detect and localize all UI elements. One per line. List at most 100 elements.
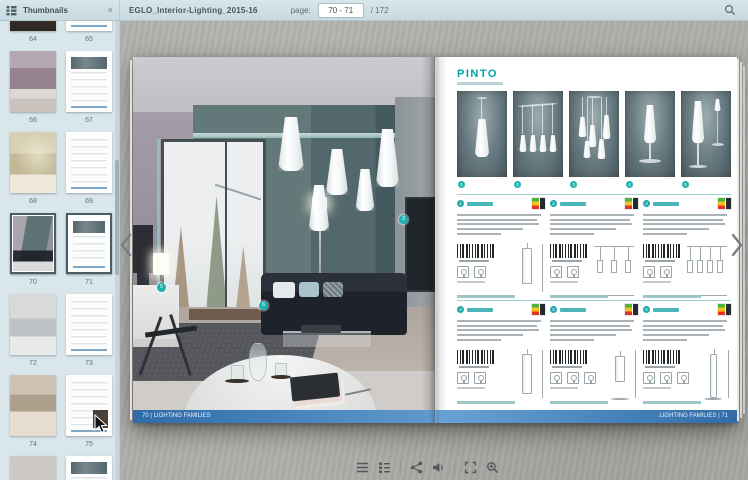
lamp-shape [578,117,587,137]
thumbnail-cell: 68 [10,132,56,207]
product-spec-block: 2 [550,200,638,298]
zoom-in-icon[interactable] [486,461,499,474]
barcode [550,244,588,258]
thumbnail-cell: 73 [66,294,112,369]
barcode [643,244,681,258]
thumbnail-page-69[interactable] [66,132,112,193]
dim-line [728,350,729,398]
thumb-image-strip [71,462,107,474]
product-photo-floor-lamp[interactable] [681,91,731,177]
spec-text-lines [550,317,638,341]
energy-label-icon [625,304,638,315]
photo-beam [193,133,408,138]
bulb-icon [567,266,579,278]
family-title: PINTO [457,68,498,80]
photo-pillow [299,282,319,297]
barcode [457,350,495,364]
thumbnail-page-70-selected[interactable] [10,213,56,274]
product-photo-pendant[interactable] [457,91,507,177]
barcode-number [645,260,675,262]
txt [550,233,594,235]
order-code-text [457,401,515,404]
bulb-icons [643,372,689,384]
bulb-icon [567,372,579,384]
lamp-shape [552,103,553,134]
thumbnail-page-66[interactable] [10,51,56,112]
book-spread: 5 6 3 70 | LIGHTING FAMILIES PINTO [133,57,737,423]
product-hotspot[interactable]: 3 [399,215,408,224]
photo-decor [137,271,149,285]
page-input[interactable] [318,3,364,18]
product-code-text [653,308,679,312]
thumbnail-page-67[interactable] [66,51,112,112]
thumbnail-view-icon[interactable] [378,461,391,474]
thumbnail-page-77[interactable] [66,456,112,480]
thumbnail-page-74[interactable] [10,375,56,436]
thumbnail-page-72[interactable] [10,294,56,355]
product-hotspot[interactable]: 5 [157,283,166,292]
energy-label-icon [532,304,545,315]
right-page-catalog[interactable]: PINTO [435,57,737,423]
sidebar-scrollbar-thumb[interactable] [115,160,119,275]
thumb-image-block [93,410,108,428]
sidebar-scrollbar-track[interactable] [115,20,119,480]
lamp-outline [522,248,532,284]
audio-icon[interactable] [432,461,445,474]
thumbnail-label: 66 [29,114,37,126]
thumbnail-page-76[interactable] [10,456,56,480]
product-hotspot[interactable]: 6 [259,301,268,310]
thumbnail-page-68[interactable] [10,132,56,193]
barcode [550,350,588,364]
thumbnail-cell: 75 [66,375,112,450]
next-page-chevron-icon[interactable] [729,232,745,258]
thumbnail-page-75[interactable] [66,375,112,436]
photo-pillow [273,282,295,298]
lamp-outline [717,260,723,273]
lamp-outline [522,354,532,394]
txt [457,325,537,327]
left-page-footer: 70 | LIGHTING FAMILIES [133,410,435,423]
bulb-icon [643,372,655,384]
thumbnail-page-73[interactable] [66,294,112,355]
photo-number-dot: 2 [514,181,521,188]
lamp-outline [611,260,617,273]
previous-page-chevron-icon[interactable] [118,232,134,258]
lamp-shape [532,105,533,134]
bulb-icon [643,266,655,278]
lamp-outline [625,260,631,273]
left-page-photo[interactable]: 5 6 3 70 | LIGHTING FAMILIES [133,57,435,423]
lamp-shape [549,135,557,152]
lamp-shape [712,143,724,146]
txt [457,228,523,230]
barcode-number [459,366,489,368]
fullscreen-icon[interactable] [464,461,477,474]
top-toolbar: Thumbnails × EGLO_Interior-Lighting_2015… [0,0,748,21]
page-total: / 172 [371,6,389,15]
thumbnail-page-65[interactable] [66,20,112,31]
thumbnails-sidebar: 64 65 66 67 68 69 [0,20,120,480]
photo-number-dot: 5 [682,181,689,188]
bulb-icon [550,372,562,384]
lamp-shape [539,135,547,152]
photo-coaster [225,379,249,383]
thumbnail-row: 68 69 [0,132,116,207]
txt [550,320,634,322]
thumbnail-row: 76 77 [0,456,116,480]
product-photo-linear-pendant[interactable] [513,91,563,177]
document-title: EGLO_Interior-Lighting_2015-16 [129,6,258,15]
bulb-icon [677,372,689,384]
thumbnail-page-71-selected[interactable] [66,213,112,274]
lamp-outline [707,260,713,273]
thumbnail-cell: 71 [66,213,112,288]
barcode-number [552,366,582,368]
txt [643,320,727,322]
bulb-icons [550,266,579,278]
lamp-shape [601,97,602,139]
close-thumbnails-icon[interactable]: × [108,6,113,15]
product-photo-cluster-pendant[interactable] [569,91,619,177]
product-photo-table-lamp[interactable] [625,91,675,177]
index-list-icon[interactable] [356,461,369,474]
thumbnail-page-64[interactable] [10,20,56,31]
share-icon[interactable] [410,461,423,474]
search-icon[interactable] [724,4,736,16]
